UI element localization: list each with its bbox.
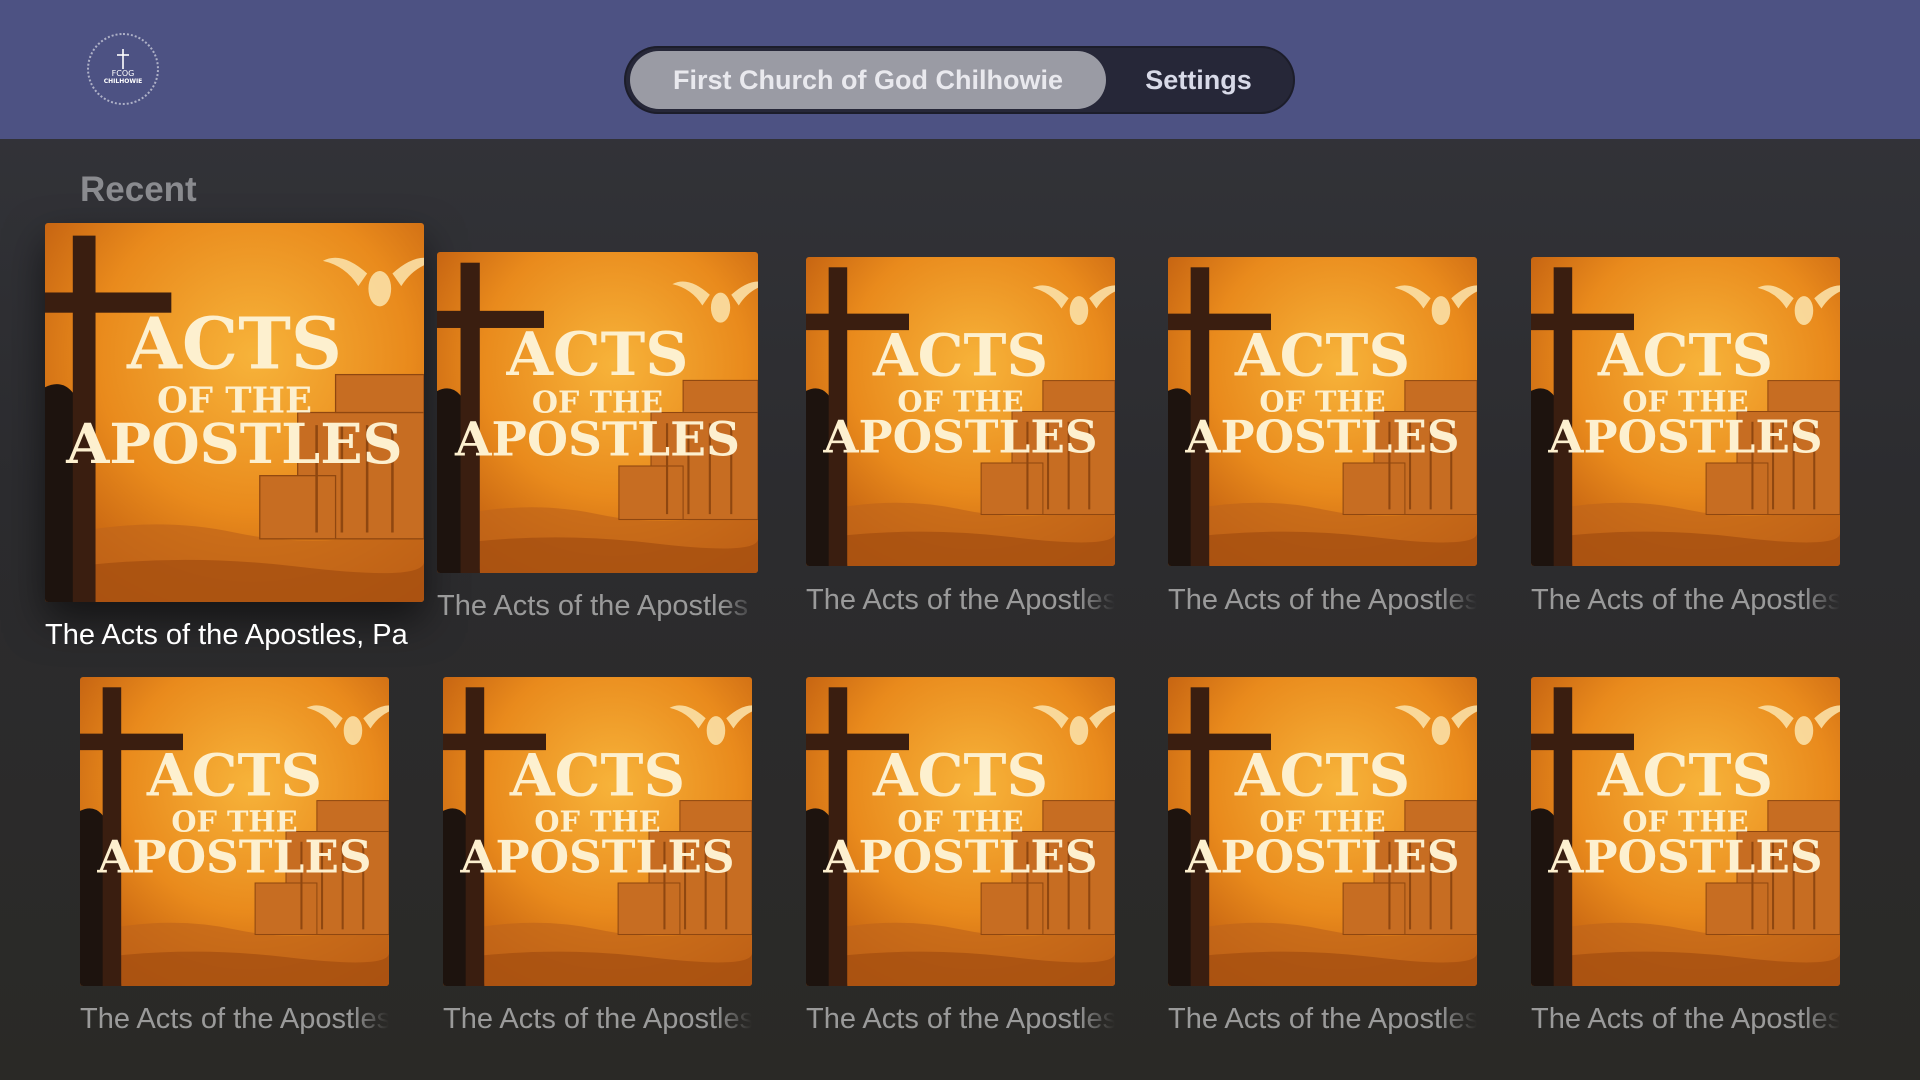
- logo-text-line1: FCOG: [111, 69, 135, 78]
- episode-title: The Acts of the Apostles: [437, 590, 749, 622]
- svg-text:ACTS: ACTS: [126, 302, 342, 385]
- episode-title: The Acts of the Apostles: [1531, 1003, 1840, 1035]
- svg-text:ACTS: ACTS: [1234, 741, 1410, 809]
- episode-artwork: ACTS OF THE APOSTLES: [1168, 257, 1477, 566]
- episode-title: The Acts of the Apostles: [806, 584, 1115, 616]
- svg-text:APOSTLES: APOSTLES: [459, 830, 734, 884]
- episode-title: The Acts of the Apostles: [443, 1003, 752, 1035]
- svg-text:APOSTLES: APOSTLES: [96, 830, 371, 884]
- svg-text:APOSTLES: APOSTLES: [1184, 830, 1459, 884]
- svg-text:ACTS: ACTS: [505, 320, 688, 390]
- svg-text:APOSTLES: APOSTLES: [454, 412, 740, 467]
- episode-artwork: ACTS OF THE APOSTLES: [806, 677, 1115, 986]
- episode-artwork: ACTS OF THE APOSTLES: [1531, 677, 1840, 986]
- episode-title: The Acts of the Apostles, Pa: [45, 619, 408, 651]
- svg-text:APOSTLES: APOSTLES: [65, 412, 402, 477]
- svg-text:APOSTLES: APOSTLES: [1547, 410, 1822, 464]
- tab-bar: First Church of God Chilhowie Settings: [624, 46, 1295, 114]
- episode-artwork: ACTS OF THE APOSTLES: [80, 677, 389, 986]
- svg-text:ACTS: ACTS: [872, 741, 1048, 809]
- episode-artwork: ACTS OF THE APOSTLES: [806, 257, 1115, 566]
- svg-text:ACTS: ACTS: [1234, 321, 1410, 389]
- svg-text:ACTS: ACTS: [872, 321, 1048, 389]
- episode-artwork: ACTS OF THE APOSTLES: [437, 252, 758, 573]
- section-title-recent: Recent: [80, 170, 197, 209]
- episode-title: The Acts of the Apostles: [1168, 1003, 1477, 1035]
- episode-artwork: ACTS OF THE APOSTLES: [1168, 677, 1477, 986]
- svg-text:ACTS: ACTS: [509, 741, 685, 809]
- svg-text:ACTS: ACTS: [1597, 741, 1773, 809]
- tab-first-church-of-god-chilhowie[interactable]: First Church of God Chilhowie: [630, 51, 1106, 109]
- svg-text:APOSTLES: APOSTLES: [822, 830, 1097, 884]
- svg-text:ACTS: ACTS: [146, 741, 322, 809]
- episode-artwork: ACTS OF THE APOSTLES: [45, 223, 424, 602]
- episode-title: The Acts of the Apostles: [80, 1003, 389, 1035]
- top-bar: FCOG CHILHOWIE First Church of God Chilh…: [0, 0, 1920, 139]
- tab-settings[interactable]: Settings: [1106, 51, 1291, 109]
- svg-text:ACTS: ACTS: [1597, 321, 1773, 389]
- svg-text:APOSTLES: APOSTLES: [1547, 830, 1822, 884]
- logo-text-line2: CHILHOWIE: [103, 78, 143, 85]
- episode-title: The Acts of the Apostles: [1168, 584, 1477, 616]
- episode-artwork: ACTS OF THE APOSTLES: [443, 677, 752, 986]
- church-logo: FCOG CHILHOWIE: [87, 33, 159, 105]
- svg-text:APOSTLES: APOSTLES: [1184, 410, 1459, 464]
- episode-artwork: ACTS OF THE APOSTLES: [1531, 257, 1840, 566]
- episode-title: The Acts of the Apostles: [1531, 584, 1840, 616]
- episode-title: The Acts of the Apostles: [806, 1003, 1115, 1035]
- svg-text:APOSTLES: APOSTLES: [822, 410, 1097, 464]
